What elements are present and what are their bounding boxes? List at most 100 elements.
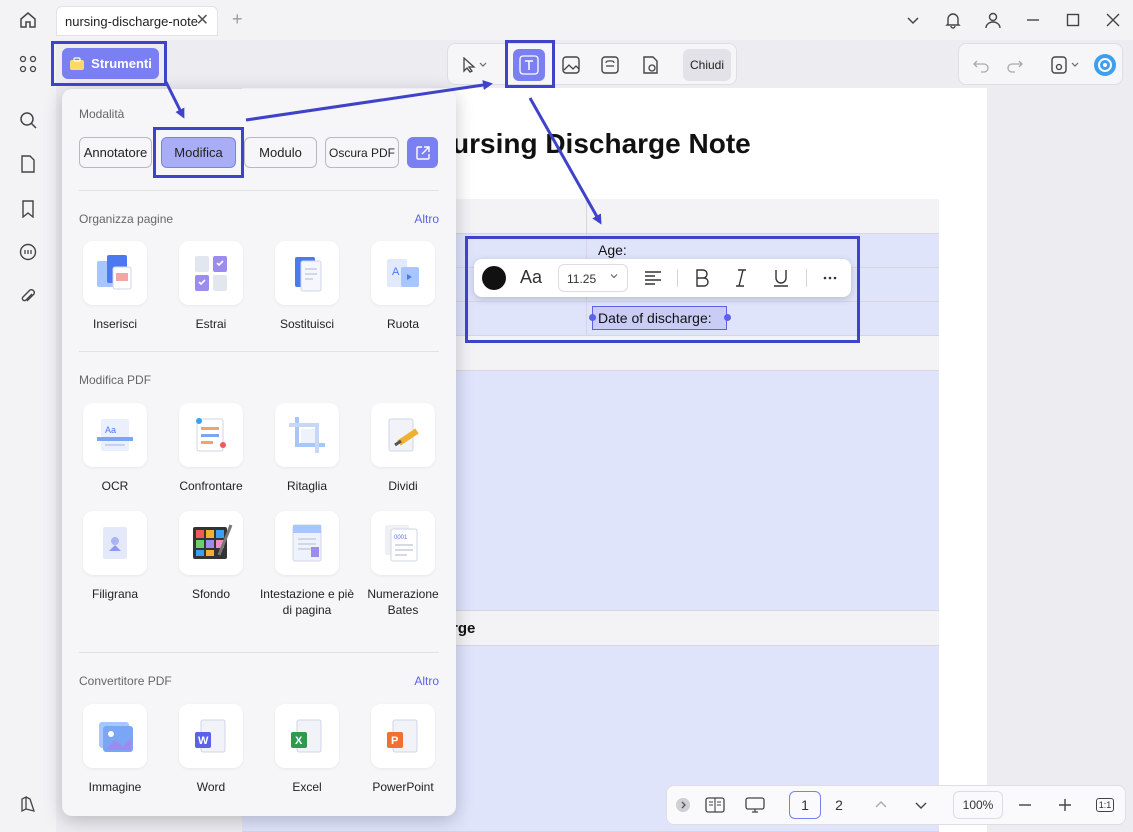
header-footer-icon	[275, 511, 339, 575]
page-current-button[interactable]: 1	[789, 791, 821, 819]
watermark-tool-button[interactable]	[634, 49, 666, 81]
tool-word[interactable]: W Word	[163, 704, 259, 795]
svg-text:W: W	[198, 735, 209, 747]
bates-numbering-icon: 0001	[371, 511, 435, 575]
actual-size-label: 1:1	[1095, 798, 1115, 812]
document-title: ursing Discharge Note	[452, 128, 751, 159]
svg-text:P: P	[391, 735, 398, 747]
tool-label: Inserisci	[92, 317, 137, 331]
tool-confrontare[interactable]: Confrontare	[163, 403, 259, 494]
organize-title: Organizza pagine	[79, 212, 174, 226]
maximize-icon[interactable]	[1053, 0, 1093, 40]
tool-filigrana[interactable]: Filigrana	[67, 511, 163, 602]
tool-dividi[interactable]: Dividi	[355, 403, 451, 494]
open-external-icon[interactable]	[407, 137, 438, 168]
tool-label: Excel	[292, 780, 322, 794]
redo-icon[interactable]	[999, 49, 1031, 81]
tool-ritaglia[interactable]: Ritaglia	[259, 403, 355, 494]
chiudi-button[interactable]: Chiudi	[683, 49, 731, 81]
converter-more-link[interactable]: Altro	[414, 674, 439, 688]
watermark-icon	[83, 511, 147, 575]
tool-bates[interactable]: 0001 Numerazione Bates	[355, 511, 451, 618]
highlight-text-tool	[505, 40, 555, 88]
mode-modulo-button[interactable]: Modulo	[244, 137, 317, 168]
tool-label: Ritaglia	[286, 479, 328, 493]
tool-label: Sfondo	[191, 587, 231, 601]
window-controls	[893, 0, 1133, 40]
tool-label: Immagine	[88, 780, 142, 794]
presentation-icon[interactable]	[743, 791, 767, 819]
tool-intestazione[interactable]: Intestazione e piè di pagina	[259, 511, 355, 618]
crop-icon	[275, 403, 339, 467]
background-icon	[179, 511, 243, 575]
tool-immagine[interactable]: Immagine	[67, 704, 163, 795]
edit-pdf-title: Modifica PDF	[79, 373, 152, 387]
zoom-in-icon[interactable]	[1053, 791, 1077, 819]
select-tool-button[interactable]	[452, 49, 496, 81]
tool-estrai[interactable]: Estrai	[163, 241, 259, 332]
split-icon	[371, 403, 435, 467]
divider	[79, 190, 439, 191]
chevron-up-icon[interactable]	[869, 791, 893, 819]
history-save-group	[958, 43, 1123, 85]
chevron-down-icon[interactable]	[893, 0, 933, 40]
tab-close-icon[interactable]: ✕	[196, 13, 209, 29]
highlight-text-edit	[465, 236, 860, 343]
tool-label: Ruota	[386, 317, 420, 331]
divider	[79, 652, 439, 653]
apps-grid-icon[interactable]	[16, 52, 40, 76]
powerpoint-icon: P	[371, 704, 435, 768]
tool-label: Estrai	[195, 317, 227, 331]
bell-icon[interactable]	[933, 0, 973, 40]
tool-ocr[interactable]: Aa OCR	[67, 403, 163, 494]
highlight-strumenti	[51, 41, 167, 86]
svg-text:Aa: Aa	[105, 425, 116, 435]
replace-pages-icon	[275, 241, 339, 305]
zoom-level-input[interactable]: 100%	[953, 791, 1003, 819]
tool-excel[interactable]: X Excel	[259, 704, 355, 795]
tool-powerpoint[interactable]: P PowerPoint	[355, 704, 451, 795]
tool-label: PowerPoint	[372, 780, 434, 794]
tool-sostituisci[interactable]: Sostituisci	[259, 241, 355, 332]
expand-icon[interactable]	[675, 791, 691, 819]
mode-annotatore-button[interactable]: Annotatore	[79, 137, 152, 168]
tool-label: Numerazione Bates	[367, 587, 439, 617]
page-thumbnail-icon[interactable]	[16, 152, 40, 176]
tools-panel: Modalità Annotatore Modifica Modulo Oscu…	[62, 89, 456, 816]
save-icon[interactable]	[1043, 49, 1087, 81]
comment-icon[interactable]	[16, 240, 40, 264]
tool-label: Intestazione e piè di pagina	[259, 587, 355, 617]
tool-ruota[interactable]: A Ruota	[355, 241, 451, 332]
two-page-view-icon[interactable]	[703, 791, 727, 819]
page-next-button[interactable]: 2	[827, 791, 851, 819]
tool-label: Sostituisci	[279, 317, 335, 331]
layers-icon[interactable]	[16, 792, 40, 816]
tool-inserisci[interactable]: Inserisci	[67, 241, 163, 332]
search-icon[interactable]	[16, 108, 40, 132]
edit-tool-group: Chiudi	[447, 43, 737, 85]
bookmark-icon[interactable]	[16, 197, 40, 221]
organize-more-link[interactable]: Altro	[414, 212, 439, 226]
zoom-out-icon[interactable]	[1013, 791, 1037, 819]
tool-sfondo[interactable]: Sfondo	[163, 511, 259, 602]
minimize-icon[interactable]	[1013, 0, 1053, 40]
home-icon[interactable]	[14, 8, 42, 32]
attachment-icon[interactable]	[16, 285, 40, 309]
svg-text:0001: 0001	[394, 535, 408, 541]
link-tool-button[interactable]	[594, 49, 626, 81]
close-window-icon[interactable]	[1093, 0, 1133, 40]
tool-label: OCR	[101, 479, 129, 493]
undo-icon[interactable]	[965, 49, 997, 81]
tool-label: Filigrana	[91, 587, 139, 601]
ai-assistant-icon[interactable]	[1089, 49, 1121, 81]
mode-oscura-pdf-button[interactable]: Oscura PDF	[325, 137, 399, 168]
image-tool-button[interactable]	[555, 49, 587, 81]
highlight-modifica	[153, 127, 244, 178]
actual-size-icon[interactable]: 1:1	[1093, 791, 1117, 819]
user-icon[interactable]	[973, 0, 1013, 40]
new-tab-icon[interactable]: +	[232, 10, 243, 28]
chevron-down-icon[interactable]	[909, 791, 933, 819]
document-tab[interactable]: nursing-discharge-note ✕	[56, 6, 218, 36]
tool-label: Dividi	[388, 479, 418, 493]
extract-pages-icon	[179, 241, 243, 305]
